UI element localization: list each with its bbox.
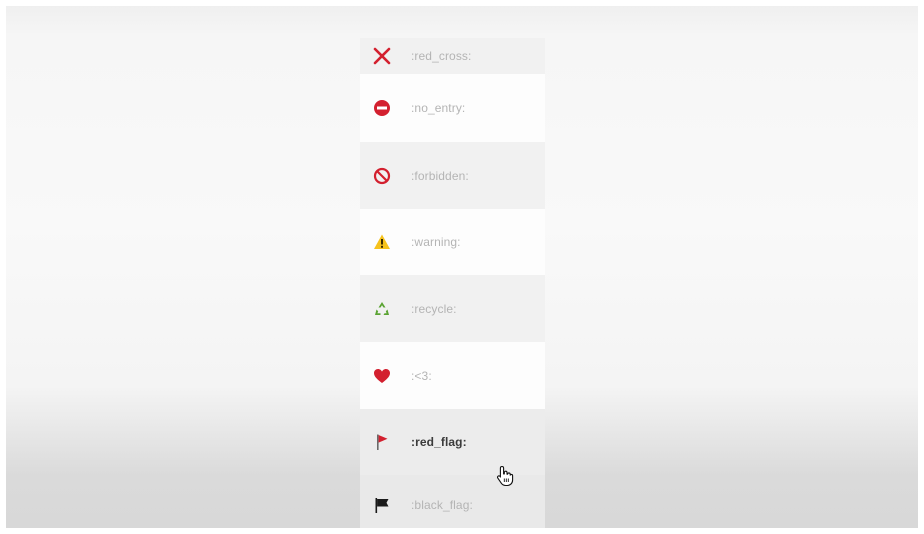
prohibited-icon: [372, 166, 392, 186]
emoji-item-label: :recycle:: [411, 301, 457, 316]
emoji-item-label: :red_cross:: [411, 49, 472, 63]
cross-mark-icon: [372, 46, 392, 66]
emoji-item-warning[interactable]: :warning:: [360, 209, 545, 275]
warning-sign-icon: [372, 232, 392, 252]
no-entry-icon: [372, 98, 392, 118]
emoji-item-label: :black_flag:: [411, 498, 473, 512]
emoji-item-black-flag[interactable]: :black_flag:: [360, 475, 545, 528]
emoji-item-label: :red_flag:: [411, 435, 467, 449]
emoji-item-forbidden[interactable]: :forbidden:: [360, 142, 545, 209]
emoji-item-label: :forbidden:: [411, 168, 469, 183]
emoji-item-label: :no_entry:: [411, 101, 466, 115]
emoji-item-label: :warning:: [411, 235, 461, 249]
emoji-suggestion-list: :red_cross: :no_entry: :forbidden::warn…: [360, 38, 545, 528]
emoji-item-label: :<3:: [411, 368, 432, 383]
emoji-item-red-cross[interactable]: :red_cross:: [360, 38, 545, 74]
red-heart-icon: [372, 366, 392, 386]
hand-pointer-cursor-icon: [496, 465, 514, 487]
recycle-icon: [372, 299, 392, 319]
emoji-item-red-flag[interactable]: :red_flag:: [360, 409, 545, 475]
emoji-item-recycle[interactable]: :recycle:: [360, 275, 545, 342]
emoji-item-heart[interactable]: :<3:: [360, 342, 545, 409]
emoji-item-no-entry[interactable]: :no_entry:: [360, 74, 545, 142]
red-flag-icon: [372, 432, 392, 452]
black-flag-icon: [372, 495, 392, 515]
